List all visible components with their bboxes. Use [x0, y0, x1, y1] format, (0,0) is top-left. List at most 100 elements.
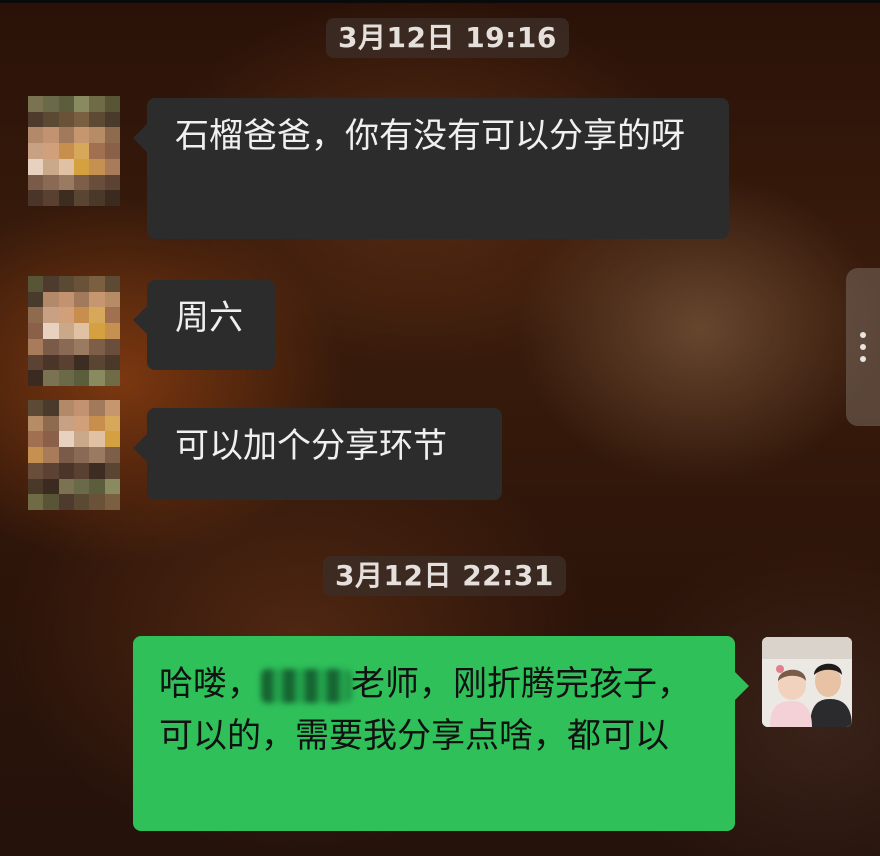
message-text: 石榴爸爸，你有没有可以分享的呀 — [175, 116, 685, 156]
message-bubble-incoming[interactable]: 周六 — [133, 280, 275, 370]
message-bubble-incoming[interactable]: 石榴爸爸，你有没有可以分享的呀 — [133, 98, 729, 239]
avatar-pixel — [58, 158, 74, 175]
avatar-pixel — [104, 400, 120, 416]
avatar-pixel — [58, 190, 74, 206]
avatar-pixel — [58, 143, 74, 159]
avatar-pixel — [28, 291, 44, 308]
avatar-pixel — [28, 96, 44, 112]
contact-avatar[interactable] — [28, 96, 120, 206]
avatar-pixel — [43, 370, 59, 386]
contact-avatar[interactable] — [28, 276, 120, 386]
avatar-pixel — [28, 158, 44, 175]
message-text-start: 哈喽， — [159, 664, 261, 704]
avatar-pixel — [73, 478, 90, 495]
avatar-pixel — [28, 307, 44, 324]
avatar-pixel — [104, 190, 120, 206]
avatar-pixel — [43, 338, 59, 355]
avatar-pixel — [43, 190, 59, 206]
avatar-pixel — [28, 174, 44, 191]
avatar-pixel — [73, 307, 90, 324]
avatar-pixel — [58, 174, 74, 191]
avatar-pixel — [28, 462, 44, 479]
avatar-pixel — [73, 323, 90, 339]
avatar-pixel — [104, 478, 120, 495]
avatar-pixel — [28, 323, 44, 339]
avatar-pixel — [43, 354, 59, 371]
redacted-name — [261, 668, 351, 703]
avatar-pixel — [43, 478, 59, 495]
message-text: 可以加个分享环节 — [175, 426, 447, 466]
avatar-pixel — [58, 447, 74, 463]
avatar-pixel — [43, 291, 59, 308]
avatar-pixel — [104, 370, 120, 386]
avatar-pixel — [28, 276, 44, 292]
avatar-pixel — [58, 478, 74, 495]
message-bubble-incoming[interactable]: 可以加个分享环节 — [133, 408, 502, 500]
avatar-pixel — [73, 354, 90, 371]
avatar-pixel — [28, 354, 44, 371]
side-panel-handle[interactable] — [846, 268, 880, 426]
avatar-pixel — [73, 276, 90, 292]
avatar-pixel — [73, 370, 90, 386]
avatar-pixel — [43, 111, 59, 128]
avatar-pixel — [43, 158, 59, 175]
avatar-pixel — [73, 494, 90, 510]
timestamp-chip: 3月12日 19:16 — [326, 18, 569, 58]
avatar-pixel — [58, 276, 74, 292]
avatar-pixel — [89, 431, 105, 448]
avatar-pixel — [43, 143, 59, 159]
avatar-pixel — [43, 431, 59, 448]
avatar-pixel — [89, 291, 105, 308]
avatar-pixel — [89, 462, 105, 479]
avatar-pixel — [73, 447, 90, 463]
avatar-pixel — [43, 415, 59, 432]
avatar-pixel — [89, 478, 105, 495]
avatar-pixel — [104, 127, 120, 144]
avatar-pixel — [89, 338, 105, 355]
avatar-pixel — [89, 494, 105, 510]
avatar-pixel — [89, 143, 105, 159]
avatar-pixel — [73, 96, 90, 112]
contact-avatar[interactable] — [28, 400, 120, 510]
avatar-pixel — [58, 415, 74, 432]
avatar-pixel — [89, 276, 105, 292]
avatar-pixel — [73, 431, 90, 448]
message-bubble-outgoing[interactable]: 哈喽， 老师，刚折腾完孩子，可以的，需要我分享点啥，都可以 — [133, 636, 749, 831]
avatar-pixel — [104, 354, 120, 371]
avatar-pixel — [58, 494, 74, 510]
user-avatar[interactable] — [762, 637, 852, 727]
avatar-pixel — [58, 338, 74, 355]
avatar-pixel — [73, 400, 90, 416]
avatar-pixel — [28, 431, 44, 448]
avatar-pixel — [43, 276, 59, 292]
avatar-pixel — [43, 307, 59, 324]
avatar-pixel — [43, 494, 59, 510]
avatar-pixel — [89, 370, 105, 386]
avatar-pixel — [104, 158, 120, 175]
avatar-pixel — [58, 354, 74, 371]
avatar-pixel — [104, 462, 120, 479]
avatar-pixel — [104, 276, 120, 292]
avatar-pixel — [43, 127, 59, 144]
avatar-pixel — [58, 111, 74, 128]
avatar-pixel — [58, 96, 74, 112]
avatar-pixel — [28, 478, 44, 495]
avatar-pixel — [43, 174, 59, 191]
avatar-photo — [762, 637, 852, 727]
avatar-pixel — [58, 431, 74, 448]
avatar-pixel — [104, 307, 120, 324]
avatar-pixel — [58, 462, 74, 479]
avatar-pixel — [73, 338, 90, 355]
avatar-pixel — [28, 127, 44, 144]
avatar-pixel — [73, 158, 90, 175]
avatar-pixel — [89, 127, 105, 144]
avatar-pixel — [43, 462, 59, 479]
avatar-pixel — [104, 415, 120, 432]
avatar-pixel — [58, 307, 74, 324]
avatar-pixel — [104, 291, 120, 308]
avatar-pixel — [28, 370, 44, 386]
avatar-pixel — [73, 291, 90, 308]
avatar-pixel — [104, 494, 120, 510]
avatar-pixel — [89, 111, 105, 128]
avatar-pixel — [58, 291, 74, 308]
